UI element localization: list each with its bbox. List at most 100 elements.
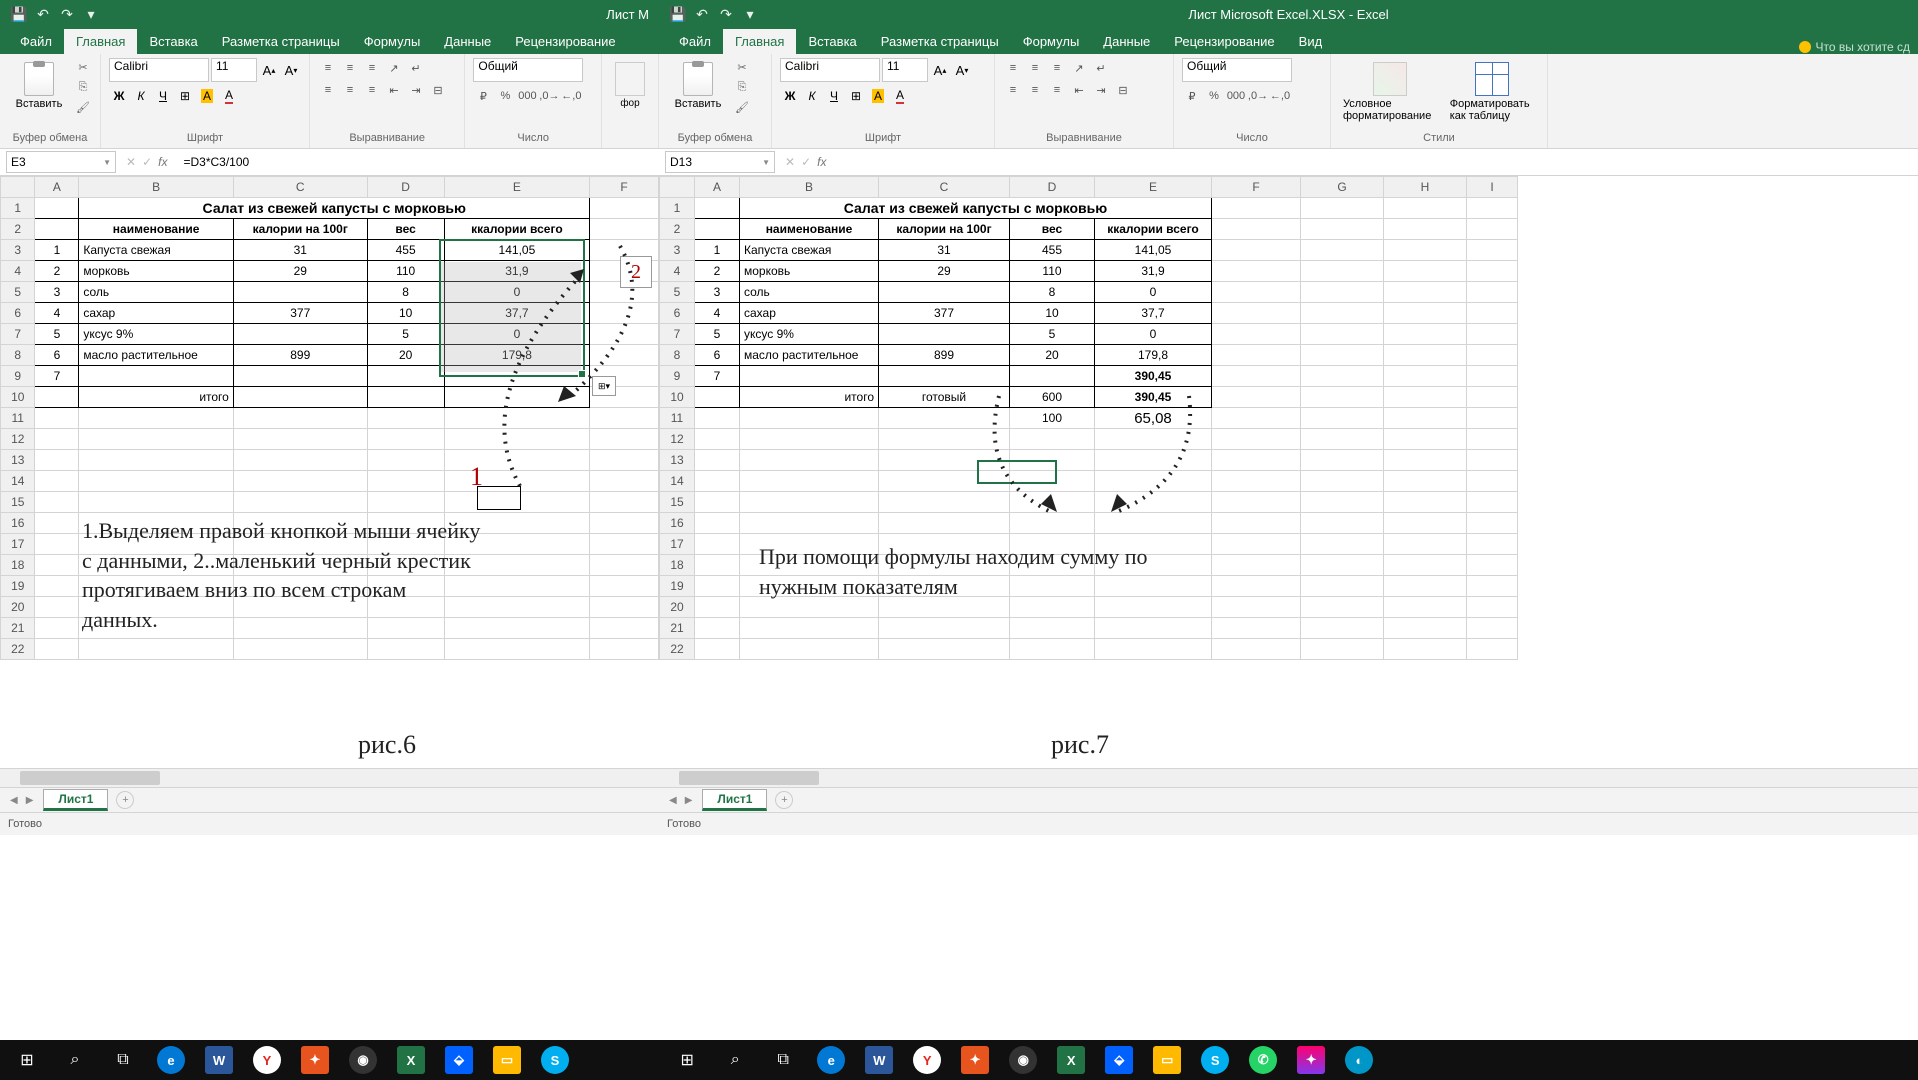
word-icon[interactable]: W [196,1040,242,1080]
orientation-icon[interactable]: ↗ [1069,58,1089,78]
tab-data[interactable]: Данные [1091,29,1162,54]
col-header[interactable]: B [79,177,234,198]
dec-dec-icon[interactable]: ←,0 [561,86,581,106]
qat-more-icon[interactable]: ▾ [82,5,100,23]
merge-icon[interactable]: ⊟ [1113,80,1133,100]
cancel-formula-icon[interactable]: ✕ [785,155,795,169]
col-header[interactable]: F [590,177,659,198]
grow-font-icon[interactable]: A▴ [259,60,279,80]
format-button[interactable]: фор [610,58,650,113]
redo-icon[interactable]: ↷ [58,5,76,23]
merge-icon[interactable]: ⊟ [428,80,448,100]
align-left-icon[interactable]: ≡ [1003,80,1023,100]
align-mid-icon[interactable]: ≡ [340,58,360,78]
fill-handle[interactable] [578,370,586,378]
tab-data[interactable]: Данные [432,29,503,54]
align-right-icon[interactable]: ≡ [1047,80,1067,100]
fill-color-button[interactable]: А [197,86,217,106]
app-icon[interactable]: ◉ [340,1040,386,1080]
select-all-corner[interactable] [1,177,35,198]
col-header[interactable]: E [444,177,590,198]
font-color-button[interactable]: А [219,86,239,106]
border-button[interactable]: ⊞ [175,86,195,106]
sheet-tab[interactable]: Лист1 [702,789,767,811]
name-box[interactable]: D13▼ [665,151,775,173]
align-top-icon[interactable]: ≡ [1003,58,1023,78]
title-cell[interactable]: Салат из свежей капусты с морковью [79,198,590,219]
italic-button[interactable]: К [131,86,151,106]
title-cell[interactable]: Салат из свежей капусты с морковью [740,198,1212,219]
format-painter-icon[interactable]: 🖌 [74,98,92,116]
task-view-icon[interactable]: ⧉ [100,1040,146,1080]
tab-formulas[interactable]: Формулы [1011,29,1092,54]
skype-icon[interactable]: S [532,1040,578,1080]
app-icon[interactable]: ✦ [1288,1040,1334,1080]
copy-icon[interactable]: ⎘ [733,78,751,96]
tab-layout[interactable]: Разметка страницы [210,29,352,54]
font-size-select[interactable]: 11 [882,58,928,82]
tab-home[interactable]: Главная [64,29,137,54]
accept-formula-icon[interactable]: ✓ [801,155,811,169]
save-icon[interactable]: 💾 [669,5,687,23]
indent-inc-icon[interactable]: ⇥ [1091,80,1111,100]
sheet-nav-prev-icon[interactable]: ◀ [10,795,18,806]
yandex-icon[interactable]: Y [904,1040,950,1080]
app-icon[interactable]: ✦ [292,1040,338,1080]
sheet-nav-next-icon[interactable]: ▶ [26,795,34,806]
tab-insert[interactable]: Вставка [137,29,209,54]
wrap-text-icon[interactable]: ↵ [1091,58,1111,78]
col-header[interactable]: I [1467,177,1518,198]
tab-review[interactable]: Рецензирование [503,29,627,54]
whatsapp-icon[interactable]: ✆ [1240,1040,1286,1080]
underline-button[interactable]: Ч [153,86,173,106]
paste-button[interactable]: Вставить [8,58,70,114]
shrink-font-icon[interactable]: A▾ [281,60,301,80]
align-bot-icon[interactable]: ≡ [1047,58,1067,78]
add-sheet-icon[interactable]: + [775,791,793,809]
edge-icon[interactable]: e [148,1040,194,1080]
percent-icon[interactable]: % [495,86,515,106]
align-right-icon[interactable]: ≡ [362,80,382,100]
percent-icon[interactable]: % [1204,86,1224,106]
horizontal-scrollbar[interactable] [0,768,659,787]
bold-button[interactable]: Ж [780,86,800,106]
align-left-icon[interactable]: ≡ [318,80,338,100]
redo-icon[interactable]: ↷ [717,5,735,23]
number-format-select[interactable]: Общий [1182,58,1292,82]
tell-me[interactable]: Что вы хотите сд [1799,40,1918,54]
orientation-icon[interactable]: ↗ [384,58,404,78]
wrap-text-icon[interactable]: ↵ [406,58,426,78]
col-header[interactable]: B [740,177,879,198]
indent-dec-icon[interactable]: ⇤ [1069,80,1089,100]
name-box[interactable]: E3▼ [6,151,116,173]
fx-icon[interactable]: fx [158,155,167,169]
col-header[interactable]: C [233,177,367,198]
excel-icon[interactable]: X [1048,1040,1094,1080]
search-icon[interactable]: ⌕ [52,1040,98,1080]
accept-formula-icon[interactable]: ✓ [142,155,152,169]
conditional-format-button[interactable]: Условное форматирование [1339,58,1442,126]
dec-dec-icon[interactable]: ←,0 [1270,86,1290,106]
edge-icon[interactable]: e [808,1040,854,1080]
col-header[interactable]: F [1212,177,1301,198]
comma-icon[interactable]: 000 [1226,86,1246,106]
tab-review[interactable]: Рецензирование [1162,29,1286,54]
col-header[interactable]: H [1384,177,1467,198]
shrink-font-icon[interactable]: A▾ [952,60,972,80]
currency-icon[interactable]: ₽ [1182,86,1202,106]
indent-inc-icon[interactable]: ⇥ [406,80,426,100]
font-color-button[interactable]: А [890,86,910,106]
excel-icon[interactable]: X [388,1040,434,1080]
cut-icon[interactable]: ✂ [733,58,751,76]
tab-insert[interactable]: Вставка [796,29,868,54]
comma-icon[interactable]: 000 [517,86,537,106]
italic-button[interactable]: К [802,86,822,106]
search-icon[interactable]: ⌕ [712,1040,758,1080]
bold-button[interactable]: Ж [109,86,129,106]
cancel-formula-icon[interactable]: ✕ [126,155,136,169]
font-name-select[interactable]: Calibri [780,58,880,82]
col-header[interactable]: C [879,177,1010,198]
align-mid-icon[interactable]: ≡ [1025,58,1045,78]
app-icon[interactable]: ◐ [1336,1040,1382,1080]
indent-dec-icon[interactable]: ⇤ [384,80,404,100]
